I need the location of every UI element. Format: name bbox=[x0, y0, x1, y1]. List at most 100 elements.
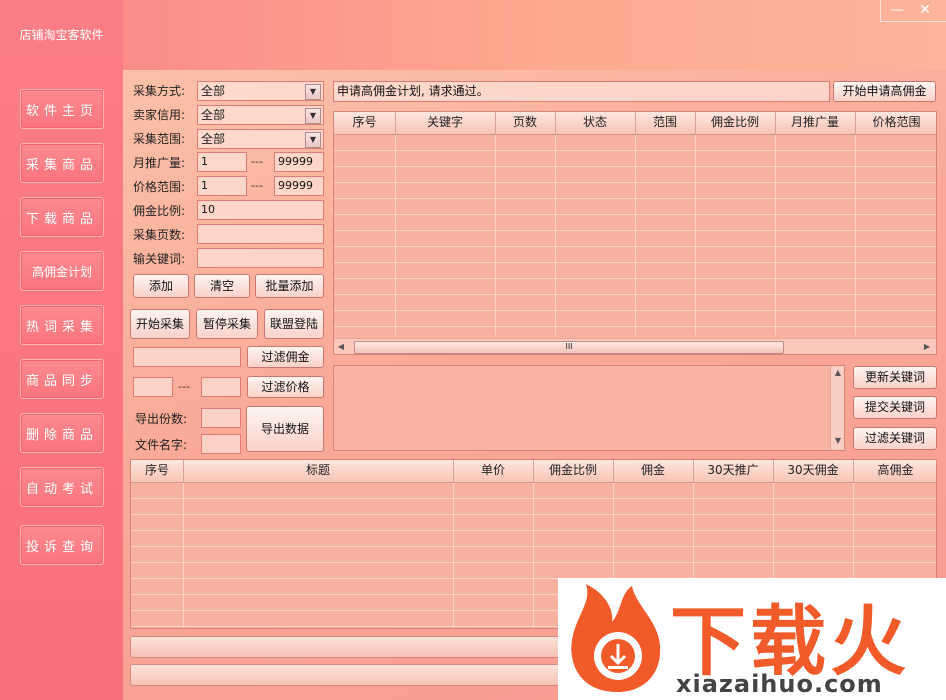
col-unit-price[interactable]: 单价 bbox=[453, 460, 534, 482]
column-divider bbox=[555, 135, 556, 335]
monthly-promo-separator: --- bbox=[251, 155, 263, 168]
column-divider bbox=[395, 135, 396, 335]
nav-complaint-query-button[interactable]: 投诉查询 bbox=[20, 525, 104, 565]
nav-auto-exam-button[interactable]: 自动考试 bbox=[20, 467, 104, 507]
chevron-down-icon[interactable]: ▼ bbox=[305, 84, 321, 100]
collect-mode-value: 全部 bbox=[201, 84, 226, 98]
add-button[interactable]: 添加 bbox=[133, 274, 189, 298]
export-count-input[interactable] bbox=[201, 408, 241, 428]
filter-price-separator: --- bbox=[178, 380, 190, 393]
scroll-right-icon[interactable]: ▶ bbox=[920, 342, 934, 351]
keyword-table-header: 序号 关键字 页数 状态 范围 佣金比例 月推广量 价格范围 bbox=[334, 112, 936, 135]
nav-hot-words-button[interactable]: 热词采集 bbox=[20, 305, 104, 345]
watermark-url: xiazaihuo.com bbox=[676, 670, 883, 698]
nav-collect-products-button[interactable]: 采集商品 bbox=[20, 143, 104, 183]
filter-price-max-input[interactable] bbox=[201, 377, 241, 397]
pages-input[interactable] bbox=[197, 224, 324, 244]
commission-ratio-input[interactable]: 10 bbox=[197, 200, 324, 220]
column-divider bbox=[775, 135, 776, 335]
apply-high-commission-button[interactable]: 开始申请高佣金 bbox=[833, 81, 936, 102]
submit-keywords-button[interactable]: 提交关键词 bbox=[853, 396, 937, 419]
scroll-thumb[interactable]: III bbox=[354, 341, 784, 354]
price-max-input[interactable]: 99999 bbox=[274, 176, 324, 196]
app-title: 店铺淘宝客软件 bbox=[19, 28, 104, 42]
column-divider bbox=[533, 483, 534, 628]
chevron-down-icon[interactable]: ▼ bbox=[305, 132, 321, 148]
collect-mode-label: 采集方式: bbox=[133, 84, 186, 98]
pause-collect-button[interactable]: 暂停采集 bbox=[196, 309, 258, 339]
pages-label: 采集页数: bbox=[133, 228, 186, 242]
col-status[interactable]: 状态 bbox=[555, 112, 636, 134]
chevron-down-icon[interactable]: ▼ bbox=[305, 108, 321, 124]
col-title[interactable]: 标题 bbox=[183, 460, 454, 482]
price-range-separator: --- bbox=[251, 179, 263, 192]
col-commission-ratio[interactable]: 佣金比例 bbox=[533, 460, 614, 482]
monthly-promo-max-input[interactable]: 99999 bbox=[274, 152, 324, 172]
column-divider bbox=[183, 483, 184, 628]
seller-credit-select[interactable]: 全部 ▼ bbox=[197, 105, 324, 125]
col-pages[interactable]: 页数 bbox=[495, 112, 556, 134]
title-bar bbox=[123, 0, 946, 70]
col-keyword[interactable]: 关键字 bbox=[395, 112, 496, 134]
keyword-table[interactable]: 序号 关键字 页数 状态 范围 佣金比例 月推广量 价格范围 ◀ III ▶ bbox=[333, 111, 937, 355]
keyword-textarea[interactable]: ▲ ▼ bbox=[333, 365, 845, 451]
col-commission[interactable]: 佣金 bbox=[613, 460, 694, 482]
col-30d-promo[interactable]: 30天推广 bbox=[693, 460, 774, 482]
column-divider bbox=[453, 483, 454, 628]
file-name-input[interactable] bbox=[201, 434, 241, 454]
keyword-table-hscrollbar[interactable]: ◀ III ▶ bbox=[334, 338, 936, 354]
col-price-range[interactable]: 价格范围 bbox=[855, 112, 936, 134]
scroll-down-icon[interactable]: ▼ bbox=[831, 436, 844, 445]
close-icon[interactable]: ✕ bbox=[914, 2, 936, 20]
start-collect-button[interactable]: 开始采集 bbox=[130, 309, 190, 339]
collect-mode-select[interactable]: 全部 ▼ bbox=[197, 81, 324, 101]
monthly-promo-min-input[interactable]: 1 bbox=[197, 152, 247, 172]
nav-download-products-button[interactable]: 下载商品 bbox=[20, 197, 104, 237]
filter-commission-button[interactable]: 过滤佣金 bbox=[247, 346, 324, 368]
collect-range-value: 全部 bbox=[201, 132, 226, 146]
apply-message-field[interactable]: 申请高佣金计划, 请求通过。 bbox=[333, 81, 830, 102]
filter-keywords-button[interactable]: 过滤关键词 bbox=[853, 427, 937, 450]
watermark-logo: 下载火 xiazaihuo.com bbox=[558, 578, 946, 700]
export-count-label: 导出份数: bbox=[135, 412, 188, 426]
col-index[interactable]: 序号 bbox=[334, 112, 396, 134]
column-divider bbox=[495, 135, 496, 335]
nav-delete-products-button[interactable]: 删除商品 bbox=[20, 413, 104, 453]
keyword-textarea-vscrollbar[interactable]: ▲ ▼ bbox=[830, 366, 844, 450]
product-table-header: 序号 标题 单价 佣金比例 佣金 30天推广 30天佣金 高佣金 bbox=[131, 460, 936, 483]
column-divider bbox=[855, 135, 856, 335]
col-30d-commission[interactable]: 30天佣金 bbox=[773, 460, 854, 482]
scroll-left-icon[interactable]: ◀ bbox=[334, 342, 348, 351]
scroll-up-icon[interactable]: ▲ bbox=[831, 368, 844, 377]
seller-credit-label: 卖家信用: bbox=[133, 108, 186, 122]
monthly-promo-label: 月推广量: bbox=[133, 156, 186, 170]
column-divider bbox=[635, 135, 636, 335]
clear-button[interactable]: 清空 bbox=[194, 274, 250, 298]
filter-price-button[interactable]: 过滤价格 bbox=[247, 376, 324, 398]
batch-add-button[interactable]: 批量添加 bbox=[255, 274, 324, 298]
collect-range-label: 采集范围: bbox=[133, 132, 186, 146]
alliance-login-button[interactable]: 联盟登陆 bbox=[264, 309, 324, 339]
seller-credit-value: 全部 bbox=[201, 108, 226, 122]
flame-logo-icon bbox=[571, 584, 661, 692]
export-data-button[interactable]: 导出数据 bbox=[246, 406, 324, 452]
col-monthly-promo[interactable]: 月推广量 bbox=[775, 112, 856, 134]
price-range-label: 价格范围: bbox=[133, 180, 186, 194]
col-index[interactable]: 序号 bbox=[131, 460, 184, 482]
filter-price-min-input[interactable] bbox=[133, 377, 173, 397]
keyword-label: 输关键词: bbox=[133, 252, 186, 266]
nav-home-button[interactable]: 软件主页 bbox=[20, 89, 104, 129]
col-commission-ratio[interactable]: 佣金比例 bbox=[695, 112, 776, 134]
nav-high-commission-button[interactable]: 高佣金计划 bbox=[20, 251, 104, 291]
col-range[interactable]: 范围 bbox=[635, 112, 696, 134]
update-keywords-button[interactable]: 更新关键词 bbox=[853, 366, 937, 389]
collect-range-select[interactable]: 全部 ▼ bbox=[197, 129, 324, 149]
commission-ratio-label: 佣金比例: bbox=[133, 204, 186, 218]
keyword-input[interactable] bbox=[197, 248, 324, 268]
file-name-label: 文件名字: bbox=[135, 438, 188, 452]
price-min-input[interactable]: 1 bbox=[197, 176, 247, 196]
nav-sync-products-button[interactable]: 商品同步 bbox=[20, 359, 104, 399]
minimize-icon[interactable]: — bbox=[886, 2, 908, 20]
filter-commission-input[interactable] bbox=[133, 347, 241, 367]
col-high-commission[interactable]: 高佣金 bbox=[853, 460, 936, 482]
